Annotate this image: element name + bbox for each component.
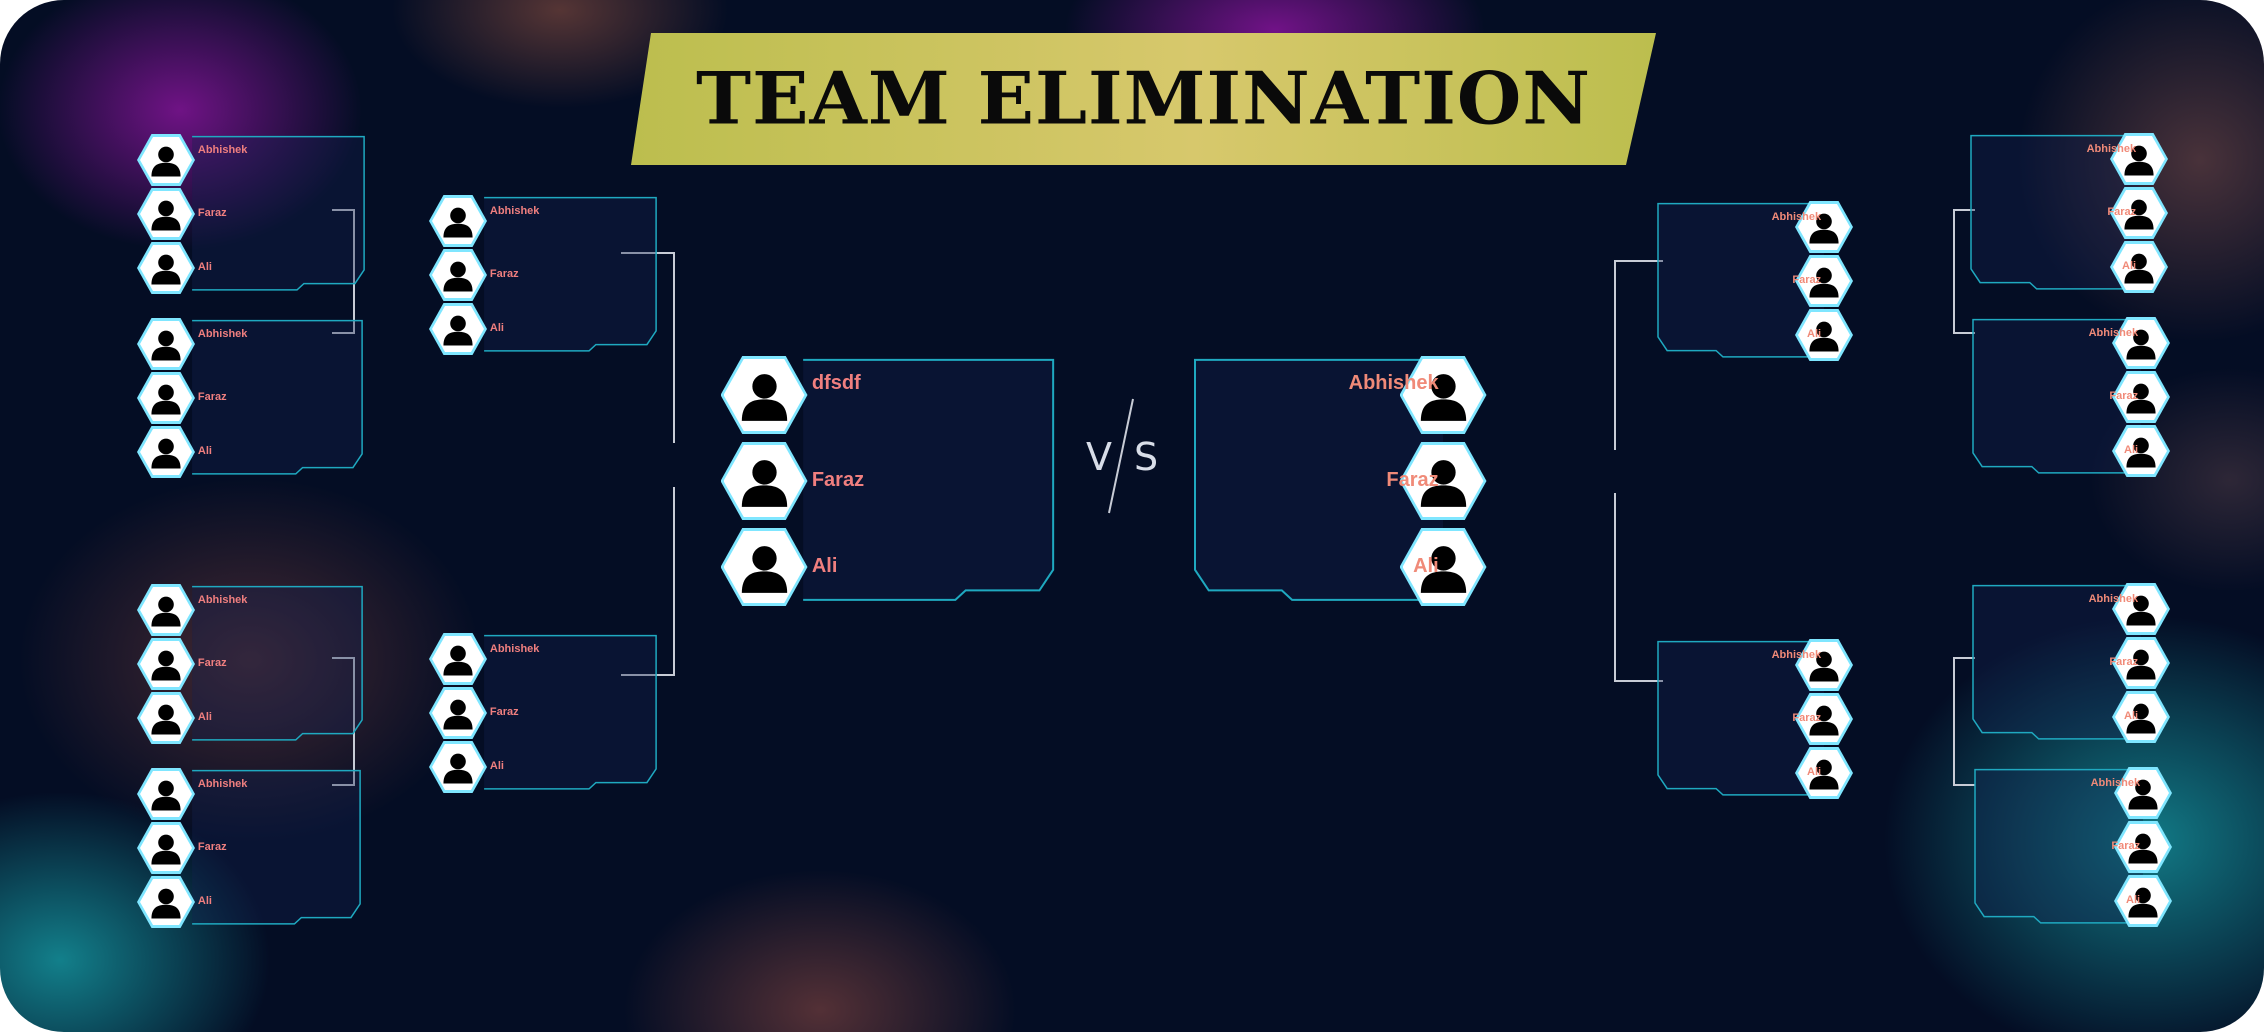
player-name: Abhishek	[197, 328, 248, 341]
player-name: Faraz	[489, 268, 519, 281]
player-name: Ali	[489, 760, 504, 773]
player-name: Faraz	[2107, 206, 2137, 219]
team-card-right-round1-4[interactable]: Abhishek Faraz Ali	[1974, 767, 2172, 927]
player-name: Ali	[2124, 710, 2139, 723]
player-name: Ali	[197, 711, 212, 724]
player-name: Ali	[1807, 766, 1822, 779]
team-card-left-round2-2[interactable]: Abhishek Faraz Ali	[429, 633, 659, 793]
player-name: Ali	[1807, 328, 1822, 341]
player-name: Ali	[489, 322, 504, 335]
player-name: Abhishek	[197, 144, 248, 157]
team-card-right-round1-2[interactable]: Abhishek Faraz Ali	[1972, 317, 2170, 477]
player-name: Faraz	[1792, 712, 1822, 725]
player-name: Faraz	[2109, 656, 2139, 669]
page-title: TEAM ELIMINATION	[696, 56, 1591, 142]
player-name: Abhishek	[2086, 143, 2137, 156]
player-name: Ali	[1413, 555, 1439, 577]
bracket-background: TEAM ELIMINATION V S Abhishek Faraz Ali …	[0, 0, 2264, 1032]
player-name: Abhishek	[2088, 593, 2139, 606]
player-name: Faraz	[489, 706, 519, 719]
team-card-right-round2-1[interactable]: Abhishek Faraz Ali	[1657, 201, 1853, 361]
player-name: Faraz	[2111, 840, 2141, 853]
player-name: Abhishek	[1348, 371, 1439, 394]
player-name: Ali	[197, 445, 212, 458]
player-name: Faraz	[1792, 274, 1822, 287]
player-name: Abhishek	[1771, 649, 1822, 662]
player-name: Ali	[197, 261, 212, 274]
team-card-left-round1-1[interactable]: Abhishek Faraz Ali	[137, 134, 367, 294]
player-name: Abhishek	[2090, 777, 2141, 790]
player-name: dfsdf	[811, 371, 861, 394]
player-name: Faraz	[197, 841, 227, 854]
player-name: Ali	[2124, 444, 2139, 457]
team-card-right-round2-2[interactable]: Abhishek Faraz Ali	[1657, 639, 1853, 799]
player-name: Ali	[2122, 260, 2137, 273]
player-name: Abhishek	[489, 643, 540, 656]
player-name: Faraz	[1386, 469, 1439, 491]
player-name: Abhishek	[489, 205, 540, 218]
player-name: Faraz	[197, 207, 227, 220]
player-name: Faraz	[2109, 390, 2139, 403]
team-card-left-round2-1[interactable]: Abhishek Faraz Ali	[429, 195, 659, 355]
team-card-right-round1-3[interactable]: Abhishek Faraz Ali	[1972, 583, 2170, 743]
player-name: Ali	[197, 895, 212, 908]
player-name: Abhishek	[1771, 211, 1822, 224]
player-name: Abhishek	[197, 594, 248, 607]
team-card-final-right[interactable]: Abhishek Faraz Ali	[1194, 356, 1487, 606]
versus-s: S	[1134, 435, 1159, 479]
player-name: Ali	[811, 555, 838, 577]
player-name: Faraz	[197, 657, 227, 670]
team-card-final-left[interactable]: dfsdf Faraz Ali	[720, 356, 1058, 606]
player-name: Faraz	[197, 391, 227, 404]
title-banner: TEAM ELIMINATION	[631, 33, 1656, 165]
team-card-left-round1-2[interactable]: Abhishek Faraz Ali	[137, 318, 365, 478]
team-card-left-round1-4[interactable]: Abhishek Faraz Ali	[137, 768, 363, 928]
player-name: Abhishek	[2088, 327, 2139, 340]
player-name: Abhishek	[197, 778, 248, 791]
team-card-left-round1-3[interactable]: Abhishek Faraz Ali	[137, 584, 365, 744]
player-name: Faraz	[811, 469, 865, 491]
player-name: Ali	[2126, 894, 2141, 907]
team-card-right-round1-1[interactable]: Abhishek Faraz Ali	[1970, 133, 2168, 293]
